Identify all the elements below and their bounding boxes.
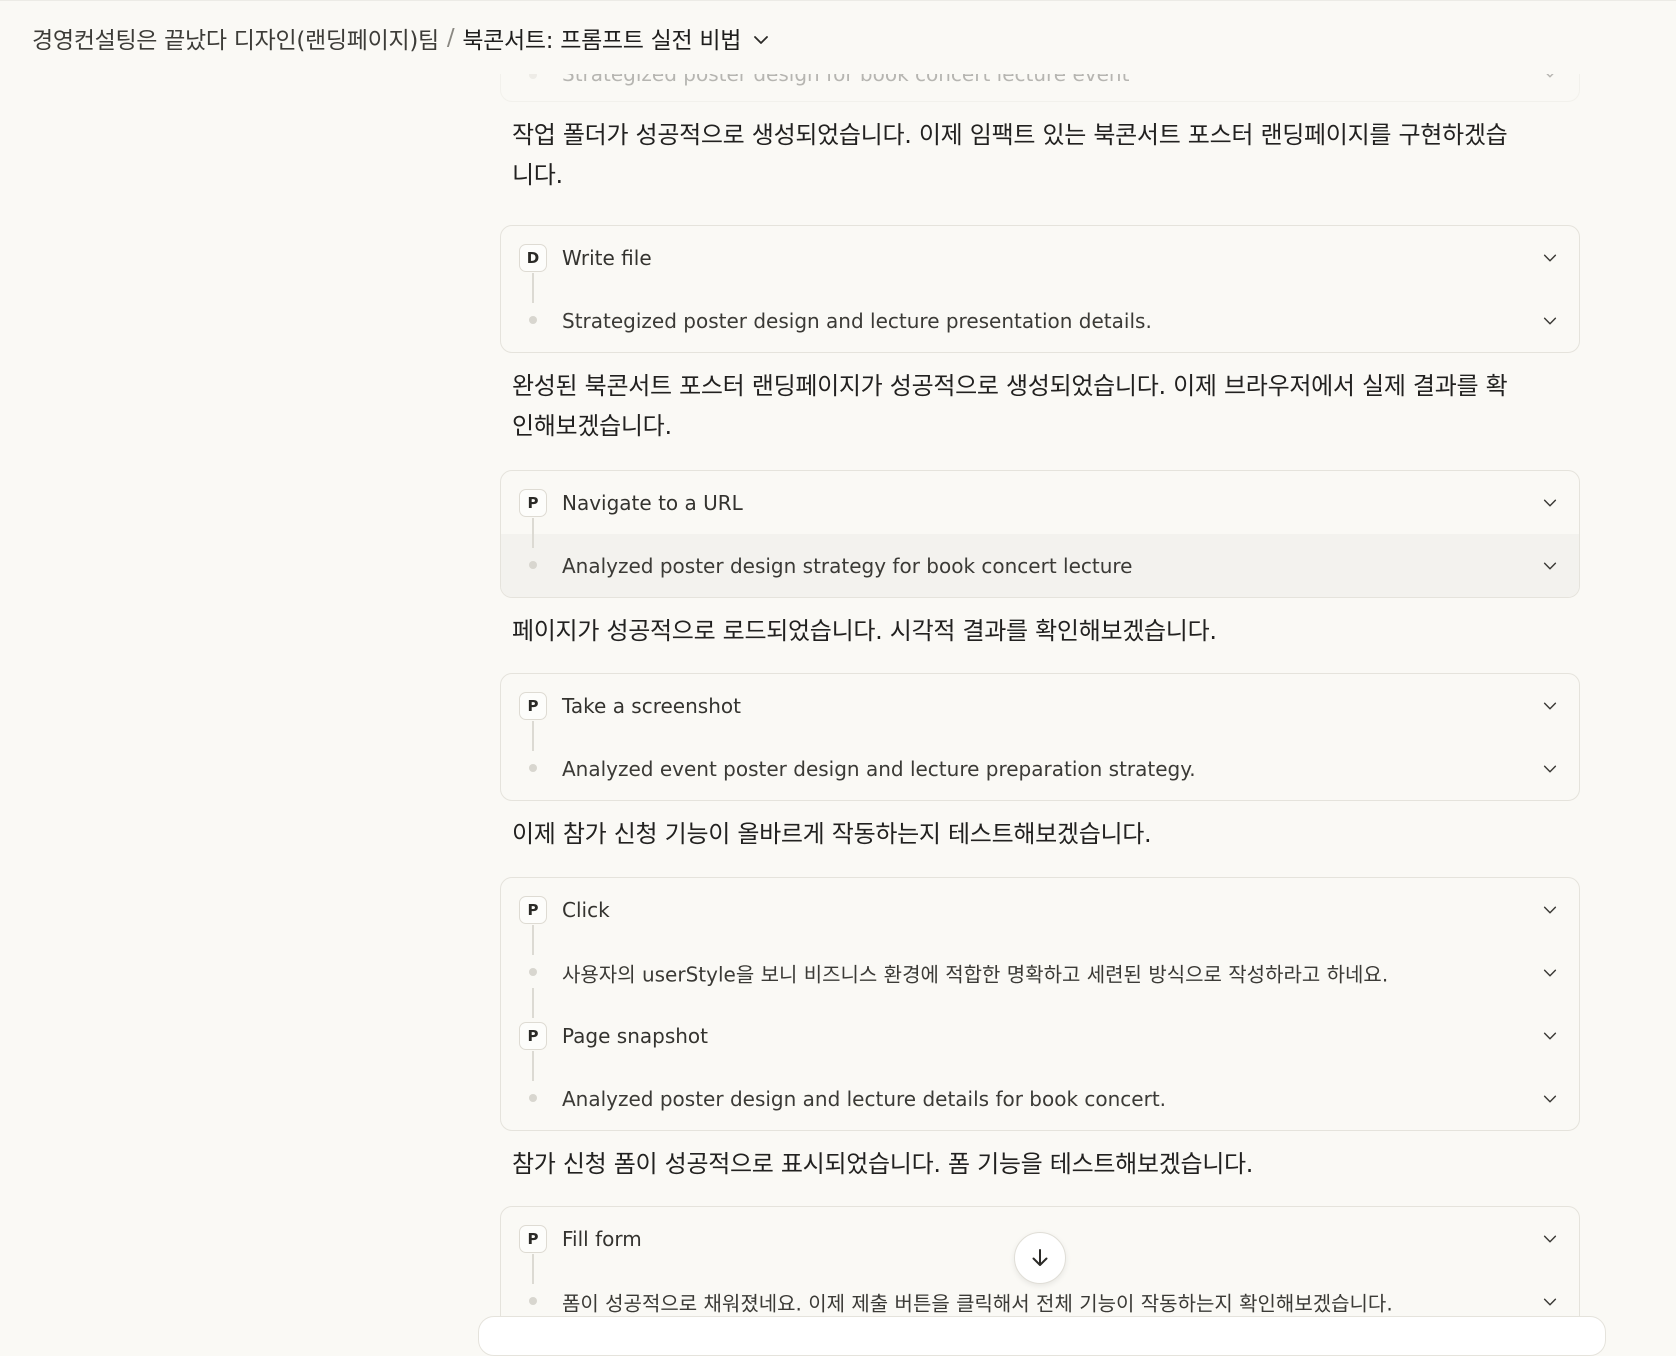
chat-transcript: Strategized poster design for book conce… xyxy=(500,0,1580,1346)
step-label: Fill form xyxy=(562,1226,642,1251)
tool-step-summary[interactable]: 사용자의 userStyle을 보니 비즈니스 환경에 적합한 명확하고 세련된… xyxy=(501,941,1579,1004)
tool-badge: P xyxy=(519,1022,547,1050)
tool-step-summary[interactable]: Analyzed poster design strategy for book… xyxy=(501,534,1579,597)
message-line: 참가 신청 폼이 성공적으로 표시되었습니다. 폼 기능을 테스트해보겠습니다. xyxy=(512,1150,1254,1178)
message-line: 이제 참가 신청 기능이 올바르게 작동하는지 테스트해보겠습니다. xyxy=(512,820,1152,848)
tool-step-summary[interactable]: Strategized poster design and lecture pr… xyxy=(501,289,1579,352)
chevron-down-icon[interactable] xyxy=(1541,494,1559,512)
tool-step-write-file[interactable]: D Write file xyxy=(501,226,1579,289)
chevron-down-icon[interactable] xyxy=(1541,964,1559,982)
tool-card[interactable]: D Write file Strategized poster design a… xyxy=(500,225,1580,353)
tool-card[interactable]: P Click 사용자의 userStyle을 보니 비즈니스 환경에 적합한 … xyxy=(500,877,1580,1131)
tool-badge: D xyxy=(519,244,547,272)
step-label: Strategized poster design and lecture pr… xyxy=(562,308,1152,333)
tool-card[interactable]: P Take a screenshot Analyzed event poste… xyxy=(500,673,1580,801)
arrow-down-icon xyxy=(1032,1249,1048,1266)
breadcrumb: 경영컨설팅은 끝났다 디자인(랜딩페이지)팀 / 북콘서트: 프롬프트 실전 비… xyxy=(0,0,1676,74)
message-line: 니다. xyxy=(512,161,563,189)
tool-card[interactable]: P Navigate to a URL Analyzed poster desi… xyxy=(500,470,1580,598)
step-label: Write file xyxy=(562,245,652,270)
message-line: 완성된 북콘서트 포스터 랜딩페이지가 성공적으로 생성되었습니다. 이제 브라… xyxy=(512,372,1508,400)
breadcrumb-project[interactable]: 경영컨설팅은 끝났다 디자인(랜딩페이지)팀 xyxy=(32,21,439,55)
chevron-down-icon[interactable] xyxy=(1541,249,1559,267)
chevron-down-icon[interactable] xyxy=(1541,1293,1559,1311)
conversation-title[interactable]: 북콘서트: 프롬프트 실전 비법 xyxy=(462,21,741,55)
breadcrumb-separator: / xyxy=(446,24,455,51)
message-line: 인해보겠습니다. xyxy=(512,412,672,440)
scroll-to-bottom-button[interactable] xyxy=(1014,1232,1066,1284)
chevron-down-icon[interactable] xyxy=(1541,901,1559,919)
step-label: Navigate to a URL xyxy=(562,490,743,515)
tool-badge: P xyxy=(519,692,547,720)
tool-step-summary[interactable]: Analyzed event poster design and lecture… xyxy=(501,737,1579,800)
step-dot xyxy=(529,316,537,324)
step-connector xyxy=(532,518,534,548)
step-label: Analyzed poster design strategy for book… xyxy=(562,553,1133,578)
chevron-down-icon[interactable] xyxy=(1541,1230,1559,1248)
step-label: 폼이 성공적으로 채워졌네요. 이제 제출 버튼을 클릭해서 전체 기능이 작동… xyxy=(562,1291,1393,1315)
assistant-message: 이제 참가 신청 기능이 올바르게 작동하는지 테스트해보겠습니다. xyxy=(512,814,1552,854)
tool-step-click[interactable]: P Click xyxy=(501,878,1579,941)
step-dot xyxy=(529,968,537,976)
step-dot xyxy=(529,764,537,772)
step-label: Click xyxy=(562,897,610,922)
tool-badge: P xyxy=(519,1225,547,1253)
step-label: Analyzed event poster design and lecture… xyxy=(562,756,1196,781)
tool-step-summary[interactable]: Analyzed poster design and lecture detai… xyxy=(501,1067,1579,1130)
step-label: Take a screenshot xyxy=(562,693,741,718)
message-line: 작업 폴더가 성공적으로 생성되었습니다. 이제 임팩트 있는 북콘서트 포스터… xyxy=(512,121,1508,149)
assistant-message: 참가 신청 폼이 성공적으로 표시되었습니다. 폼 기능을 테스트해보겠습니다. xyxy=(512,1144,1552,1184)
step-label: Page snapshot xyxy=(562,1023,708,1048)
message-line: 페이지가 성공적으로 로드되었습니다. 시각적 결과를 확인해보겠습니다. xyxy=(512,617,1217,645)
chevron-down-icon[interactable] xyxy=(1541,1027,1559,1045)
assistant-message: 완성된 북콘서트 포스터 랜딩페이지가 성공적으로 생성되었습니다. 이제 브라… xyxy=(512,366,1552,446)
assistant-message: 페이지가 성공적으로 로드되었습니다. 시각적 결과를 확인해보겠습니다. xyxy=(512,611,1552,651)
step-dot xyxy=(529,1297,537,1305)
step-label: Analyzed poster design and lecture detai… xyxy=(562,1086,1167,1111)
chevron-down-icon[interactable] xyxy=(751,30,771,50)
tool-badge: P xyxy=(519,489,547,517)
tool-step-page-snapshot[interactable]: P Page snapshot xyxy=(501,1004,1579,1067)
chevron-down-icon[interactable] xyxy=(1541,697,1559,715)
step-label: 사용자의 userStyle을 보니 비즈니스 환경에 적합한 명확하고 세련된… xyxy=(562,962,1389,986)
chevron-down-icon[interactable] xyxy=(1541,1090,1559,1108)
tool-step-screenshot[interactable]: P Take a screenshot xyxy=(501,674,1579,737)
step-dot xyxy=(529,1094,537,1102)
chevron-down-icon[interactable] xyxy=(1541,760,1559,778)
chevron-down-icon[interactable] xyxy=(1541,557,1559,575)
step-dot xyxy=(529,561,537,569)
tool-step-navigate[interactable]: P Navigate to a URL xyxy=(501,471,1579,534)
chevron-down-icon[interactable] xyxy=(1541,312,1559,330)
composer-edge[interactable] xyxy=(478,1316,1606,1356)
assistant-message: 작업 폴더가 성공적으로 생성되었습니다. 이제 임팩트 있는 북콘서트 포스터… xyxy=(512,115,1552,195)
tool-badge: P xyxy=(519,896,547,924)
